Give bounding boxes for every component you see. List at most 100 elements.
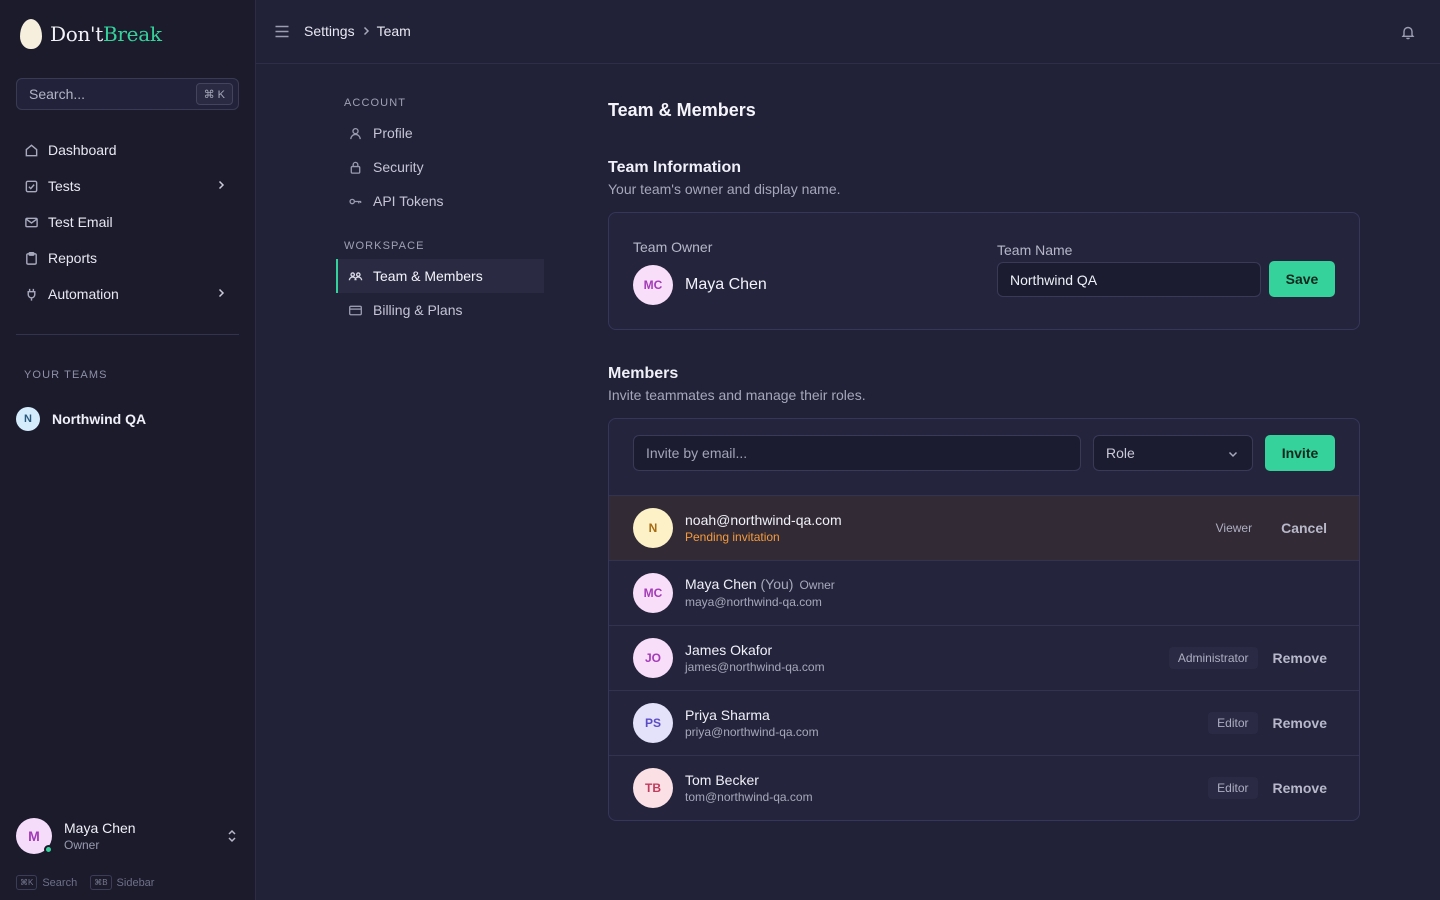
role-select-value: Role [1106,445,1135,461]
member-row: TB Tom Becker tom@northwind-qa.com Edito… [609,755,1359,820]
member-row: JO James Okafor james@northwind-qa.com A… [609,625,1359,690]
menu-icon[interactable] [275,25,289,38]
settings-section-account: ACCOUNT [344,97,407,109]
clipboard-icon [26,251,37,265]
team-info-header: Team Information Your team's owner and d… [608,158,841,198]
page-title: Team & Members [608,100,756,120]
chevron-right-icon[interactable] [215,287,227,299]
pending-status: Pending invitation [685,529,780,544]
avatar: JO [633,638,673,678]
user-name: Maya Chen [64,819,136,836]
section-title: Members [608,365,679,382]
role-select[interactable]: Role [1093,435,1253,471]
breadcrumb-team: Team [376,23,411,39]
check-square-icon [25,180,38,192]
members-header: Members Invite teammates and manage thei… [608,364,866,404]
invite-email-input[interactable] [633,435,1081,471]
user-icon [350,127,361,139]
search-shortcut: ⌘ K [195,83,233,105]
lock-icon [350,161,361,174]
shortcut-label: Search [42,876,78,889]
avatar: MC [633,265,673,305]
nav-item-label: Automation [48,286,119,302]
owner-label: Team Owner [633,239,713,255]
section-description: Your team's owner and display name. [608,181,841,197]
logo-text: Don'tBreak [50,22,162,46]
settings-nav: ACCOUNT Profile Security API Tokens WORK… [336,90,544,327]
team-avatar: N [16,407,40,431]
owner-tag: Owner [799,578,835,592]
nav-item-label: Tests [48,178,81,194]
team-owner: MC Maya Chen [633,265,767,305]
egg-logo-icon [20,19,42,49]
member-email: maya@northwind-qa.com [685,595,822,609]
breadcrumb-settings[interactable]: Settings [304,23,355,39]
credit-card-icon [349,305,362,315]
breadcrumb: Settings Team [304,23,411,39]
avatar: TB [633,768,673,808]
nav-item-label: Reports [48,250,98,266]
settings-nav-security[interactable]: Security [336,150,544,184]
member-row: MC Maya Chen (You) Owner maya@northwind-q… [609,560,1359,625]
search-placeholder: Search... [29,86,86,102]
role-badge[interactable]: Editor [1208,777,1258,799]
user-role: Owner [64,837,100,852]
sidebar: Don'tBreak Search... ⌘ K Dashboard Tests… [0,0,256,900]
team-info-card: Team Owner MC Maya Chen Team Name Save [608,212,1360,330]
nav-item-label: Dashboard [48,142,117,158]
remove-member-button[interactable]: Remove [1273,650,1327,666]
role-badge[interactable]: Editor [1208,712,1258,734]
users-icon [348,271,363,280]
member-email: priya@northwind-qa.com [685,724,819,739]
nav-item-automation[interactable]: Automation [16,276,239,312]
settings-nav-billing[interactable]: Billing & Plans [336,293,544,327]
member-name: Tom Becker [685,771,759,788]
role-badge[interactable]: Administrator [1168,647,1258,669]
chevron-right-icon[interactable] [215,179,227,191]
chevrons-up-down-icon[interactable] [226,828,238,844]
top-bar: Settings Team [256,0,1440,64]
member-name: Priya Sharma [685,706,770,723]
member-name: Maya Chen (You) Owner [685,576,835,592]
team-item-northwind-qa[interactable]: N Northwind QA [16,407,146,431]
nav-item-dashboard[interactable]: Dashboard [16,132,239,168]
section-description: Invite teammates and manage their roles. [608,387,866,403]
nav-item-label: Test Email [48,214,113,230]
nav-item-tests[interactable]: Tests [16,168,239,204]
invite-button[interactable]: Invite [1265,435,1335,471]
member-email: james@northwind-qa.com [685,659,825,674]
remove-member-button[interactable]: Remove [1273,780,1327,796]
avatar: PS [633,703,673,743]
mail-icon [25,217,38,227]
owner-name: Maya Chen [685,276,767,293]
bell-icon[interactable] [1400,24,1416,40]
logo[interactable]: Don'tBreak [20,19,162,49]
sidebar-divider [16,334,239,335]
key-icon [349,198,362,204]
keyboard-shortcuts-hint: ⌘K Search ⌘B Sidebar [16,875,154,890]
member-email: tom@northwind-qa.com [685,789,813,804]
cancel-invite-button[interactable]: Cancel [1281,520,1327,536]
team-name-field[interactable] [997,262,1261,297]
member-row: PS Priya Sharma priya@northwind-qa.com E… [609,690,1359,755]
shortcut-key: ⌘K [16,875,38,890]
avatar: MC [633,573,673,613]
chevron-right-icon [363,26,369,36]
settings-nav-team-members[interactable]: Team & Members [336,259,544,293]
nav-item-test-email[interactable]: Test Email [16,204,239,240]
shortcut-label: Sidebar [116,876,155,889]
nav-item-reports[interactable]: Reports [16,240,239,276]
online-status-dot [44,845,53,854]
members-list: N noah@northwind-qa.com Pending invitati… [609,495,1359,820]
search-input[interactable]: Search... ⌘ K [16,78,239,110]
settings-nav-api-tokens[interactable]: API Tokens [336,184,544,218]
user-menu[interactable]: M Maya Chen Owner [16,816,240,856]
remove-member-button[interactable]: Remove [1273,715,1327,731]
settings-nav-profile[interactable]: Profile [336,116,544,150]
save-button[interactable]: Save [1269,261,1335,297]
role-badge: Viewer [1215,521,1253,535]
chevron-down-icon [1228,451,1238,458]
member-name: James Okafor [685,641,773,658]
teams-section-label: YOUR TEAMS [24,369,108,381]
avatar: N [633,508,673,548]
